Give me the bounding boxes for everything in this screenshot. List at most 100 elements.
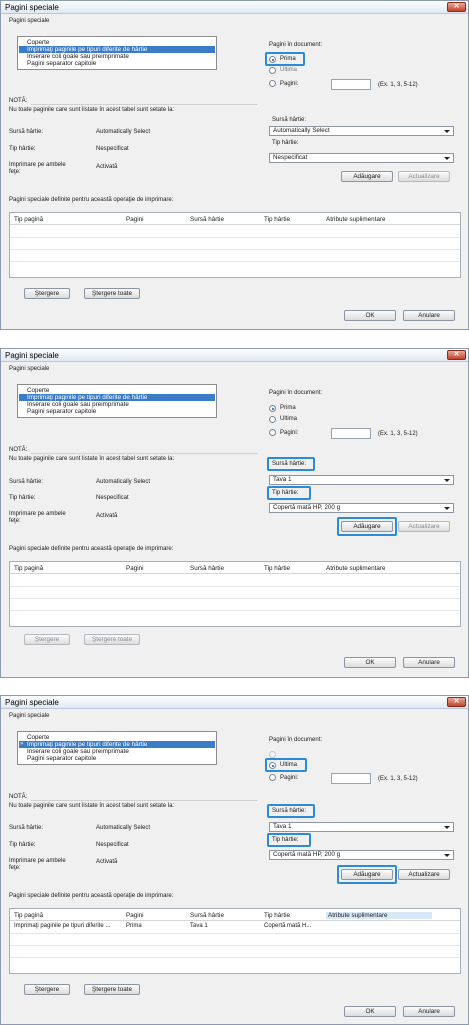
pages-input[interactable] [331,773,371,784]
table-header: Tip pagină Pagini Sursă hârtie Tip hârti… [10,213,460,225]
radio-first[interactable] [269,56,276,63]
column-header[interactable]: Pagini [126,565,144,572]
update-button[interactable]: Actualizare [398,869,450,880]
list-item[interactable]: Coperte [19,39,215,46]
delete-all-button[interactable]: Ştergere toate [84,984,140,995]
add-button[interactable]: Adăugare [341,521,393,532]
radio-pages[interactable] [269,80,276,87]
row-marker-icon: » [20,741,24,747]
ok-button[interactable]: OK [344,657,396,668]
chevron-down-icon [444,507,450,510]
page-type-list[interactable]: Coperte Imprimaţi paginile pe tipuri dif… [17,384,217,418]
duplex-value: Activată [96,859,118,865]
paper-type-select[interactable]: Nespecificat [269,153,454,163]
cancel-button[interactable]: Anulare [403,657,455,668]
row-divider [10,261,460,262]
ok-button[interactable]: OK [344,310,396,321]
paper-source-select[interactable]: Tava 1 [269,822,454,832]
column-header[interactable]: Tip hârtie [264,565,290,572]
radio-last[interactable] [269,67,276,74]
pages-input[interactable] [331,428,371,439]
select-value: Tava 1 [273,823,292,830]
dialog-title: Pagini speciale [5,698,59,707]
special-pages-table[interactable]: Tip pagină Pagini Sursă hârtie Tip hârti… [9,908,461,974]
add-button[interactable]: Adăugare [341,171,393,182]
column-header[interactable]: Sursă hârtie [190,912,224,919]
list-item[interactable]: Imprimaţi paginile pe tipuri diferite de… [19,394,215,401]
list-item[interactable]: Pagini separator capitole [19,755,215,762]
radio-last[interactable] [269,416,276,423]
special-pages-table[interactable]: Tip pagină Pagini Sursă hârtie Tip hârti… [9,212,461,278]
row-divider [10,237,460,238]
list-item[interactable]: » Imprimaţi paginile pe tipuri diferite d… [19,741,215,748]
paper-type-label: Tip hârtie: [9,842,36,848]
cancel-button[interactable]: Anulare [403,310,455,321]
title-bar: Pagini speciale ✕ [1,696,468,709]
column-header[interactable]: Atribute suplimentare [326,912,432,919]
column-header[interactable]: Sursă hârtie [190,565,224,572]
delete-all-button[interactable]: Ştergere toate [84,634,140,645]
list-item[interactable]: Coperte [19,387,215,394]
paper-source-select[interactable]: Automatically Select [269,126,454,136]
radio-last[interactable] [269,762,276,769]
select-value: Copertă mată HP, 200 g [273,504,341,511]
page-type-list[interactable]: Coperte Imprimaţi paginile pe tipuri dif… [17,36,217,70]
list-item[interactable]: Pagini separator capitole [19,60,215,67]
list-item[interactable]: Coperte [19,734,215,741]
add-button[interactable]: Adăugare [341,869,393,880]
note-text: Nu toate paginile care sunt listate în a… [9,107,175,113]
delete-all-button[interactable]: Ştergere toate [84,288,140,299]
table-title: Pagini speciale definite pentru această … [9,546,174,552]
radio-pages-label: Pagini: [280,430,299,436]
delete-button[interactable]: Ştergere [24,634,70,645]
chevron-down-icon [444,479,450,482]
column-header[interactable]: Pagini [126,216,144,223]
delete-button[interactable]: Ştergere [24,288,70,299]
select-value: Tava 1 [273,476,292,483]
table-row[interactable]: Imprimaţi paginile pe tipuri diferite ..… [10,922,452,932]
list-item[interactable]: Pagini separator capitole [19,408,215,415]
note-text: Nu toate paginile care sunt listate în a… [9,456,175,462]
paper-type-select[interactable]: Copertă mată HP, 200 g [269,503,454,513]
delete-button[interactable]: Ştergere [24,984,70,995]
radio-first[interactable] [269,751,276,758]
close-icon[interactable]: ✕ [447,2,466,12]
dialog-panel-1: Pagini speciale ✕ Pagini speciale Copert… [0,0,469,330]
list-item[interactable]: Imprimaţi paginile pe tipuri diferite de… [19,46,215,53]
column-header[interactable]: Pagini [126,912,144,919]
radio-pages[interactable] [269,774,276,781]
radio-first[interactable] [269,405,276,412]
column-header[interactable]: Tip pagină [14,216,43,223]
right-type-label: Tip hârtie: [272,140,299,146]
column-header[interactable]: Atribute suplimentare [326,565,386,572]
special-pages-table[interactable]: Tip pagină Pagini Sursă hârtie Tip hârti… [9,561,461,627]
pages-input[interactable] [331,79,371,90]
right-type-label: Tip hârtie: [272,490,299,496]
paper-source-value: Automatically Select [96,825,151,831]
table-header: Tip pagină Pagini Sursă hârtie Tip hârti… [10,562,460,574]
column-header[interactable]: Tip pagină [14,565,43,572]
radio-first-label: Prima [280,405,296,411]
chevron-down-icon [444,826,450,829]
column-header[interactable]: Atribute suplimentare [326,216,386,223]
cancel-button[interactable]: Anulare [403,1006,455,1017]
update-button[interactable]: Actualizare [398,521,450,532]
column-header[interactable]: Tip pagină [14,912,43,919]
radio-pages[interactable] [269,429,276,436]
paper-type-select[interactable]: Copertă mată HP, 200 g [269,850,454,860]
list-item[interactable]: Inserare coli goale sau preimprimate [19,401,215,408]
close-icon[interactable]: ✕ [447,350,466,360]
paper-source-label: Sursă hârtie: [9,825,44,831]
title-bar: Pagini speciale ✕ [1,349,468,362]
column-header[interactable]: Tip hârtie [264,216,290,223]
list-item[interactable]: Inserare coli goale sau preimprimate [19,748,215,755]
update-button[interactable]: Actualizare [398,171,450,182]
ok-button[interactable]: OK [344,1006,396,1017]
list-item[interactable]: Inserare coli goale sau preimprimate [19,53,215,60]
paper-source-select[interactable]: Tava 1 [269,475,454,485]
close-icon[interactable]: ✕ [447,697,466,707]
page-type-list[interactable]: Coperte » Imprimaţi paginile pe tipuri di… [17,731,217,765]
column-header[interactable]: Tip hârtie [264,912,290,919]
group-label: Pagini speciale [9,366,50,372]
column-header[interactable]: Sursă hârtie [190,216,224,223]
